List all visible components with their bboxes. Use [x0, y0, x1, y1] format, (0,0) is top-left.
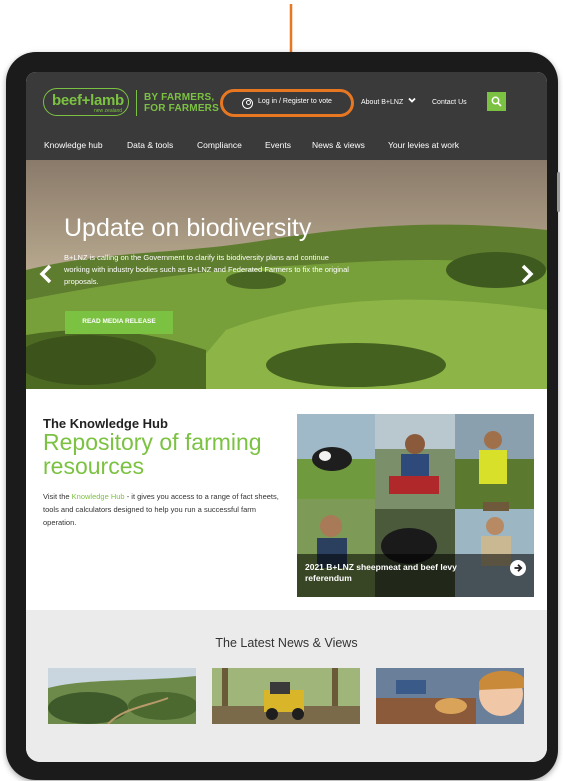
brand-logo[interactable]: beef+lamb new zealand — [43, 88, 129, 116]
user-icon — [242, 98, 253, 109]
website-screen: beef+lamb new zealand BY FARMERS, FOR FA… — [26, 72, 547, 762]
about-menu-link[interactable]: About B+LNZ — [361, 99, 403, 106]
chevron-left-icon[interactable] — [39, 264, 53, 284]
knowledge-hub-title: Repository of farming resources — [43, 429, 262, 479]
chevron-right-icon[interactable] — [520, 264, 534, 284]
knowledge-hub-description: Visit the Knowledge Hub - it gives you a… — [43, 490, 289, 529]
kh-body-prefix: Visit the — [43, 492, 72, 501]
nav-item-news-views[interactable]: News & views — [312, 140, 365, 150]
arrow-circle-right-icon — [514, 564, 523, 572]
nav-item-events[interactable]: Events — [265, 140, 291, 150]
hero-body-text: B+LNZ is calling on the Government to cl… — [64, 253, 349, 286]
levy-referendum-title: 2021 B+LNZ sheepmeat and beef levy refer… — [305, 562, 457, 583]
levy-referendum-go-button[interactable] — [510, 560, 526, 576]
logo-subtext: new zealand — [94, 108, 123, 114]
knowledge-hub-link[interactable]: Knowledge Hub — [72, 492, 125, 501]
knowledge-hub-section: The Knowledge Hub Repository of farming … — [26, 389, 547, 610]
news-image-hills — [48, 668, 196, 724]
login-register-label: Log in / Register to vote — [258, 98, 332, 105]
tagline-line-1: BY FARMERS, — [144, 92, 215, 103]
news-image-forest-machine — [212, 668, 360, 724]
site-header: beef+lamb new zealand BY FARMERS, FOR FA… — [26, 72, 547, 160]
logo-text: beef+lamb — [52, 92, 124, 109]
levy-referendum-card[interactable]: 2021 B+LNZ sheepmeat and beef levy refer… — [297, 414, 534, 597]
login-register-button[interactable]: Log in / Register to vote — [220, 89, 354, 117]
search-icon — [491, 96, 502, 107]
tagline-line-2: FOR FARMERS — [144, 103, 219, 114]
read-media-release-label: READ MEDIA RELEASE — [82, 318, 156, 325]
hero-banner: Update on biodiversity B+LNZ is calling … — [26, 160, 547, 389]
news-card-image-1[interactable] — [48, 668, 196, 724]
nav-item-knowledge-hub[interactable]: Knowledge hub — [44, 140, 103, 150]
search-button[interactable] — [487, 92, 506, 111]
chevron-down-icon[interactable] — [408, 96, 416, 104]
latest-news-title: The Latest News & Views — [215, 636, 358, 650]
latest-news-section: The Latest News & Views — [26, 610, 547, 762]
news-card-image-3[interactable] — [376, 668, 524, 724]
hero-title: Update on biodiversity — [64, 214, 312, 242]
news-card-image-2[interactable] — [212, 668, 360, 724]
logo-divider — [136, 90, 137, 116]
read-media-release-button[interactable]: READ MEDIA RELEASE — [65, 311, 173, 334]
nav-item-data-tools[interactable]: Data & tools — [127, 140, 173, 150]
nav-item-levies[interactable]: Your levies at work — [388, 140, 459, 150]
nav-item-compliance[interactable]: Compliance — [197, 140, 242, 150]
tagline: BY FARMERS, FOR FARMERS — [144, 92, 219, 114]
news-image-child-eating — [376, 668, 524, 724]
contact-us-link[interactable]: Contact Us — [432, 99, 467, 106]
